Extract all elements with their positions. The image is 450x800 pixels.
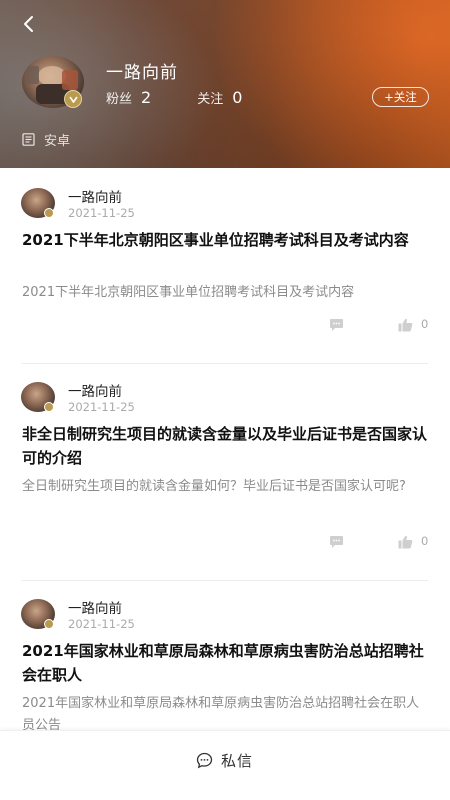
profile-header: 一路向前 粉丝 2 关注 0 +关注 安卓 <box>0 0 450 168</box>
document-icon <box>22 133 35 146</box>
profile-stats: 粉丝 2 关注 0 <box>106 88 242 107</box>
verified-badge-icon <box>64 90 82 108</box>
post-summary: 全日制研究生项目的就读含金量如何？毕业后证书是否国家认可呢? <box>22 479 406 494</box>
verified-badge-icon <box>44 402 54 412</box>
post-title[interactable]: 2021下半年北京朝阳区事业单位招聘考试科目及考试内容 <box>22 228 432 252</box>
thumbs-up-icon[interactable] <box>398 535 413 549</box>
verified-badge-icon <box>44 208 54 218</box>
private-message-button[interactable]: 私信 <box>196 748 253 772</box>
post-summary: 2021下半年北京朝阳区事业单位招聘考试科目及考试内容 <box>22 285 355 300</box>
platform-info: 安卓 <box>22 130 70 149</box>
post-author[interactable]: 一路向前 <box>68 597 122 617</box>
post-title[interactable]: 2021年国家林业和草原局森林和草原病虫害防治总站招聘社会在职人 <box>22 639 432 687</box>
chat-bubble-icon <box>196 752 213 768</box>
thumbs-up-icon[interactable] <box>398 318 413 332</box>
following-count[interactable]: 0 <box>232 88 242 107</box>
divider <box>22 580 428 581</box>
post-date: 2021-11-25 <box>68 206 135 220</box>
fans-label: 粉丝 <box>106 92 133 107</box>
back-arrow-icon <box>24 16 33 32</box>
following-label: 关注 <box>197 92 224 107</box>
like-count: 0 <box>421 534 429 548</box>
back-button[interactable] <box>14 10 42 38</box>
private-message-label: 私信 <box>221 751 254 770</box>
post-actions: 0 <box>0 317 450 334</box>
fans-count[interactable]: 2 <box>141 88 151 107</box>
post-author[interactable]: 一路向前 <box>68 380 122 400</box>
bottom-bar: 私信 <box>0 730 450 800</box>
divider <box>22 363 428 364</box>
post-actions: 0 <box>0 534 450 551</box>
verified-badge-icon <box>44 619 54 629</box>
comment-icon[interactable] <box>329 318 344 332</box>
comment-icon[interactable] <box>329 535 344 549</box>
platform-label: 安卓 <box>44 134 71 149</box>
like-count: 0 <box>421 317 429 331</box>
post-date: 2021-11-25 <box>68 617 135 631</box>
post-title[interactable]: 非全日制研究生项目的就读含金量以及毕业后证书是否国家认可的介绍 <box>22 422 432 470</box>
profile-name: 一路向前 <box>106 63 178 83</box>
follow-button[interactable]: +关注 <box>372 87 429 107</box>
post-author[interactable]: 一路向前 <box>68 186 122 206</box>
post-date: 2021-11-25 <box>68 400 135 414</box>
